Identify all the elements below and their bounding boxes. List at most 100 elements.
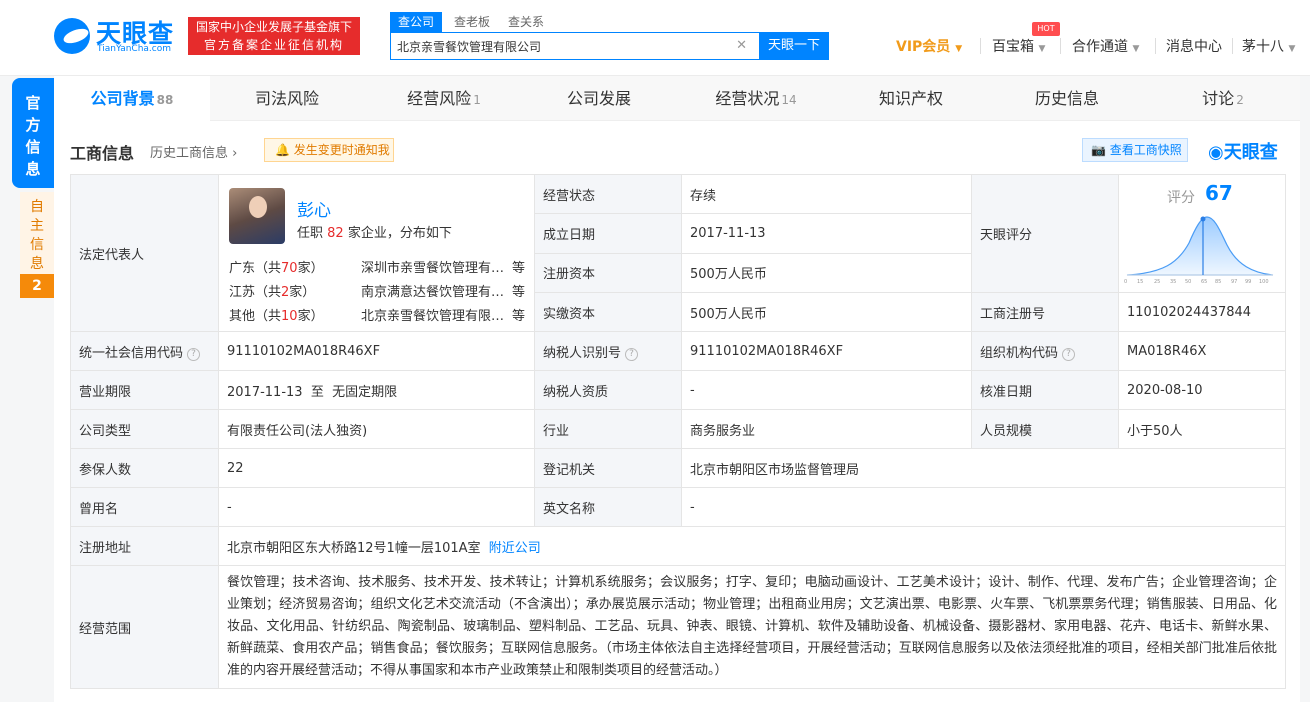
section-title: 工商信息	[70, 144, 135, 163]
tab-label: 经营状况	[715, 89, 780, 108]
table-row: 统一社会信用代码? 91110102MA018R46XF 纳税人识别号? 911…	[70, 331, 1286, 371]
tab-count: 88	[156, 93, 174, 107]
help-icon[interactable]: ?	[625, 347, 639, 361]
region-company[interactable]: 深圳市亲雪餐饮管理有限公司	[361, 257, 513, 276]
regno-value: 110102024437844	[1118, 292, 1286, 332]
business-info-table: 法定代表人 彭心 任职 82 家企业，分布如下 广东（共70家） 深圳市亲雪餐饮…	[70, 173, 1286, 689]
address-cell: 北京市朝阳区东大桥路12号1幢一层101A室 附近公司	[218, 526, 1286, 566]
self-info-label: 自主信息	[30, 199, 44, 272]
region-label[interactable]: 其他（共10家）	[229, 305, 324, 324]
tab-count: 2	[1236, 93, 1244, 107]
svg-text:0: 0	[1124, 279, 1127, 285]
bell-icon: 🔔	[275, 143, 290, 157]
table-row: 公司类型 有限责任公司(法人独资) 行业 商务服务业 人员规模 小于50人	[70, 409, 1286, 449]
top-header: 天眼查 TianYanCha.com 国家中小企业发展子基金旗下 官方备案企业征…	[0, 0, 1310, 76]
paid-value: 500万人民币	[681, 292, 972, 332]
history-business-link[interactable]: 历史工商信息 ›	[150, 142, 237, 161]
clear-icon[interactable]: ✕	[736, 38, 747, 53]
promo-banner[interactable]: 国家中小企业发展子基金旗下 官方备案企业征信机构	[188, 17, 360, 55]
camera-icon: 📷	[1091, 143, 1106, 157]
tab-count: 1	[473, 93, 481, 107]
region-etc: 等	[512, 309, 526, 324]
svg-text:97: 97	[1231, 279, 1237, 285]
capital-label: 注册资本	[534, 252, 682, 294]
main-panel: 公司背景 88 司法风险 经营风险 1 公司发展 经营状况 14 知识产权 历史信息 …	[54, 76, 1300, 702]
score-chart[interactable]: 评分 67 0 15 25 35 50 65 85 97 99 100	[1119, 175, 1285, 292]
taxid-value: 91110102MA018R46XF	[681, 331, 972, 371]
insured-label: 参保人数	[70, 448, 219, 488]
chevron-right-icon: ›	[232, 146, 238, 161]
treasure-label: 百宝箱	[992, 39, 1034, 55]
messages-link[interactable]: 消息中心	[1166, 36, 1222, 56]
credit-code-text: 统一社会信用代码	[79, 345, 184, 361]
notify-change-button[interactable]: 🔔 发生变更时通知我	[264, 138, 394, 162]
region-prefix: 其他（共	[229, 309, 282, 324]
help-icon[interactable]: ?	[1062, 347, 1076, 361]
region-company[interactable]: 南京满意达餐饮管理有限公司	[361, 281, 513, 300]
tab-company-background[interactable]: 公司背景 88	[54, 76, 210, 121]
search-tab-boss[interactable]: 查老板	[454, 12, 490, 32]
company-count[interactable]: 82	[327, 226, 344, 241]
table-row: 注册地址 北京市朝阳区东大桥路12号1幢一层101A室 附近公司	[70, 526, 1286, 566]
region-suffix: 家）	[289, 285, 316, 300]
tab-intellectual-property[interactable]: 知识产权	[834, 76, 990, 121]
tab-company-development[interactable]: 公司发展	[522, 76, 678, 121]
tab-judicial-risk[interactable]: 司法风险	[210, 76, 366, 121]
svg-text:85: 85	[1215, 279, 1221, 285]
english-name-value: -	[681, 487, 1286, 527]
tab-label: 知识产权	[878, 89, 943, 108]
region-label[interactable]: 江苏（共2家）	[229, 281, 315, 300]
legal-rep-name[interactable]: 彭心	[297, 196, 331, 221]
chevron-down-icon: ▼	[955, 44, 963, 54]
search-input[interactable]	[391, 33, 721, 59]
search-tab-relation[interactable]: 查关系	[508, 12, 544, 32]
search-button[interactable]: 天眼一下	[759, 32, 829, 60]
tab-label: 公司背景	[90, 89, 155, 108]
region-label[interactable]: 广东（共70家）	[229, 257, 324, 276]
desc-suffix: 家企业，分布如下	[347, 226, 452, 241]
founded-value: 2017-11-13	[681, 213, 972, 254]
staff-label: 人员规模	[971, 409, 1119, 449]
legal-rep-cell: 彭心 任职 82 家企业，分布如下 广东（共70家） 深圳市亲雪餐饮管理有限公司…	[218, 174, 535, 332]
tab-count: 14	[781, 93, 797, 107]
regno-label: 工商注册号	[971, 292, 1119, 332]
category-tabs: 公司背景 88 司法风险 经营风险 1 公司发展 经营状况 14 知识产权 历史信息 …	[54, 76, 1300, 121]
tab-business-risk[interactable]: 经营风险 1	[366, 76, 522, 121]
score-label: 天眼评分	[971, 174, 1119, 293]
legal-rep-label: 法定代表人	[70, 174, 219, 332]
tab-discussion[interactable]: 讨论 2	[1146, 76, 1300, 121]
svg-text:50: 50	[1185, 279, 1191, 285]
promo-line2: 官方备案企业征信机构	[203, 38, 344, 52]
region-count: 10	[281, 309, 298, 324]
approve-value: 2020-08-10	[1118, 370, 1286, 410]
history-link-label: 历史工商信息	[150, 146, 229, 161]
avatar[interactable]	[229, 188, 285, 244]
promo-line1: 国家中小企业发展子基金旗下	[195, 20, 352, 34]
nav-divider	[1060, 38, 1061, 54]
search-tab-company[interactable]: 查公司	[390, 12, 443, 32]
self-info-count-badge: 2	[20, 274, 54, 298]
founded-label: 成立日期	[534, 213, 682, 254]
logo-eye-icon[interactable]	[54, 18, 90, 54]
tab-history[interactable]: 历史信息	[990, 76, 1146, 121]
chevron-down-icon: ▼	[1132, 44, 1140, 54]
svg-text:65: 65	[1201, 279, 1207, 285]
partner-link[interactable]: 合作通道 ▼	[1072, 36, 1139, 56]
help-icon[interactable]: ?	[187, 347, 201, 361]
tab-business-status[interactable]: 经营状况 14	[678, 76, 834, 121]
region-etc: 等	[512, 285, 526, 300]
official-info-tab[interactable]: 官方信息	[12, 78, 54, 188]
region-company[interactable]: 北京亲雪餐饮管理有限公司	[361, 305, 513, 324]
user-menu[interactable]: 茅十八 ▼	[1242, 36, 1295, 56]
svg-text:99: 99	[1245, 279, 1251, 285]
snapshot-button[interactable]: 📷 查看工商快照	[1082, 138, 1188, 162]
treasure-link[interactable]: 百宝箱 ▼	[992, 36, 1045, 56]
legal-rep-block: 彭心 任职 82 家企业，分布如下 广东（共70家） 深圳市亲雪餐饮管理有限公司…	[227, 176, 526, 330]
table-row: 曾用名 - 英文名称 -	[70, 487, 1286, 527]
vip-link[interactable]: VIP会员 ▼	[896, 36, 962, 56]
nearby-companies-link[interactable]: 附近公司	[489, 541, 541, 556]
org-code-text: 组织机构代码	[980, 345, 1059, 361]
taxid-label: 纳税人识别号?	[534, 331, 682, 371]
status-value: 存续	[681, 173, 972, 215]
former-name-value: -	[218, 487, 535, 527]
